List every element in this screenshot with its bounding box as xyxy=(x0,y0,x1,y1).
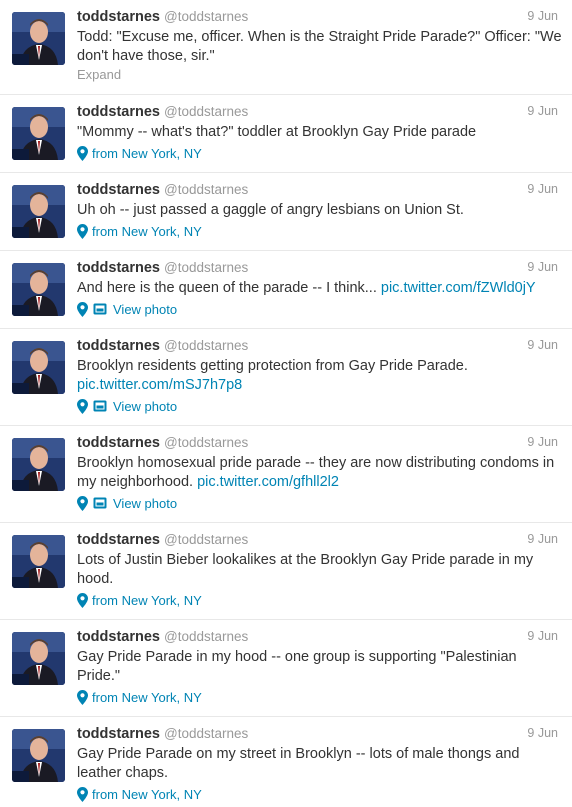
tweet-date[interactable]: 9 Jun xyxy=(527,182,558,196)
tweet[interactable]: toddstarnes @toddstarnes 9 Jun Gay Pride … xyxy=(0,717,572,807)
tweet-text-content: Gay Pride Parade in my hood -- one group… xyxy=(77,649,517,684)
tweet[interactable]: toddstarnes @toddstarnes 9 Jun Lots of Ju… xyxy=(0,523,572,620)
tweet-location[interactable]: from New York, NY xyxy=(77,785,202,803)
avatar[interactable] xyxy=(12,263,65,316)
tweet-date[interactable]: 9 Jun xyxy=(527,532,558,546)
map-pin-icon xyxy=(77,689,88,705)
tweet-date[interactable]: 9 Jun xyxy=(527,104,558,118)
author-handle[interactable]: @toddstarnes xyxy=(164,104,248,119)
tweet-text-content: Uh oh -- just passed a gaggle of angry l… xyxy=(77,202,464,218)
tweet[interactable]: toddstarnes @toddstarnes 9 Jun Gay Pride … xyxy=(0,620,572,717)
tweet-text: Brooklyn residents getting protection fr… xyxy=(77,357,563,395)
author-handle[interactable]: @toddstarnes xyxy=(164,726,248,741)
author-handle[interactable]: @toddstarnes xyxy=(164,338,248,353)
tweet-location[interactable]: from New York, NY xyxy=(77,222,202,240)
author-name[interactable]: toddstarnes xyxy=(77,629,160,645)
tweet-date[interactable]: 9 Jun xyxy=(527,9,558,23)
location-label[interactable]: from New York, NY xyxy=(92,146,202,161)
map-pin-icon xyxy=(77,786,88,802)
view-photo-link[interactable]: View photo xyxy=(113,399,177,414)
tweet-date[interactable]: 9 Jun xyxy=(527,726,558,740)
author-name[interactable]: toddstarnes xyxy=(77,338,160,354)
author-handle[interactable]: @toddstarnes xyxy=(164,435,248,450)
tweet-text: Lots of Justin Bieber lookalikes at the … xyxy=(77,551,563,589)
photo-icon xyxy=(93,497,107,509)
photo-icon xyxy=(93,303,107,315)
author-name[interactable]: toddstarnes xyxy=(77,260,160,276)
photo-link[interactable]: pic.twitter.com/gfhll2l2 xyxy=(197,474,339,490)
tweet-media[interactable]: View photo xyxy=(77,494,177,512)
author-name[interactable]: toddstarnes xyxy=(77,104,160,120)
tweet-date[interactable]: 9 Jun xyxy=(527,435,558,449)
author-name[interactable]: toddstarnes xyxy=(77,435,160,451)
tweet-date[interactable]: 9 Jun xyxy=(527,338,558,352)
author-handle[interactable]: @toddstarnes xyxy=(164,629,248,644)
author-handle[interactable]: @toddstarnes xyxy=(164,9,248,24)
tweet[interactable]: toddstarnes @toddstarnes 9 Jun And here i… xyxy=(0,251,572,329)
avatar[interactable] xyxy=(12,438,65,491)
map-pin-icon xyxy=(77,301,88,317)
tweet-text: Uh oh -- just passed a gaggle of angry l… xyxy=(77,201,563,220)
avatar[interactable] xyxy=(12,185,65,238)
map-pin-icon xyxy=(77,592,88,608)
tweet-date[interactable]: 9 Jun xyxy=(527,260,558,274)
tweet-text: Todd: "Excuse me, officer. When is the S… xyxy=(77,28,563,66)
tweet-location[interactable]: from New York, NY xyxy=(77,144,202,162)
tweet-text-content: And here is the queen of the parade -- I… xyxy=(77,280,377,296)
tweet-text-content: Gay Pride Parade on my street in Brookly… xyxy=(77,746,520,781)
avatar[interactable] xyxy=(12,341,65,394)
author-handle[interactable]: @toddstarnes xyxy=(164,260,248,275)
avatar[interactable] xyxy=(12,729,65,782)
location-label[interactable]: from New York, NY xyxy=(92,690,202,705)
photo-link[interactable]: pic.twitter.com/fZWld0jY xyxy=(381,280,536,296)
author-name[interactable]: toddstarnes xyxy=(77,532,160,548)
tweet-text-content: Brooklyn residents getting protection fr… xyxy=(77,358,468,374)
location-label[interactable]: from New York, NY xyxy=(92,593,202,608)
tweet[interactable]: toddstarnes @toddstarnes 9 Jun "Mommy -- … xyxy=(0,95,572,173)
avatar[interactable] xyxy=(12,12,65,65)
map-pin-icon xyxy=(77,145,88,161)
tweet[interactable]: toddstarnes @toddstarnes 9 Jun Todd: "Exc… xyxy=(0,0,572,95)
expand-link[interactable]: Expand xyxy=(77,67,121,82)
tweet-date[interactable]: 9 Jun xyxy=(527,629,558,643)
tweet-text-content: Lots of Justin Bieber lookalikes at the … xyxy=(77,552,534,587)
avatar[interactable] xyxy=(12,535,65,588)
tweet[interactable]: toddstarnes @toddstarnes 9 Jun Uh oh -- j… xyxy=(0,173,572,251)
author-name[interactable]: toddstarnes xyxy=(77,9,160,25)
map-pin-icon xyxy=(77,398,88,414)
tweet-location[interactable]: from New York, NY xyxy=(77,688,202,706)
tweet-media[interactable]: View photo xyxy=(77,300,177,318)
view-photo-link[interactable]: View photo xyxy=(113,496,177,511)
tweet[interactable]: toddstarnes @toddstarnes 9 Jun Brooklyn h… xyxy=(0,426,572,523)
tweet-location[interactable]: from New York, NY xyxy=(77,591,202,609)
tweet-text: Brooklyn homosexual pride parade -- they… xyxy=(77,454,563,492)
author-name[interactable]: toddstarnes xyxy=(77,182,160,198)
photo-link[interactable]: pic.twitter.com/mSJ7h7p8 xyxy=(77,377,242,393)
tweet-text: "Mommy -- what's that?" toddler at Brook… xyxy=(77,123,563,142)
tweet-text: Gay Pride Parade in my hood -- one group… xyxy=(77,648,563,686)
tweet[interactable]: toddstarnes @toddstarnes 9 Jun Brooklyn r… xyxy=(0,329,572,426)
author-name[interactable]: toddstarnes xyxy=(77,726,160,742)
tweet-media[interactable]: View photo xyxy=(77,397,177,415)
view-photo-link[interactable]: View photo xyxy=(113,302,177,317)
photo-icon xyxy=(93,400,107,412)
tweet-text-content: Todd: "Excuse me, officer. When is the S… xyxy=(77,29,562,64)
tweet-text: And here is the queen of the parade -- I… xyxy=(77,279,563,298)
tweet-text-content: "Mommy -- what's that?" toddler at Brook… xyxy=(77,124,477,140)
map-pin-icon xyxy=(77,223,88,239)
avatar[interactable] xyxy=(12,107,65,160)
avatar[interactable] xyxy=(12,632,65,685)
tweet-text: Gay Pride Parade on my street in Brookly… xyxy=(77,745,563,783)
location-label[interactable]: from New York, NY xyxy=(92,224,202,239)
map-pin-icon xyxy=(77,495,88,511)
author-handle[interactable]: @toddstarnes xyxy=(164,182,248,197)
location-label[interactable]: from New York, NY xyxy=(92,787,202,802)
author-handle[interactable]: @toddstarnes xyxy=(164,532,248,547)
